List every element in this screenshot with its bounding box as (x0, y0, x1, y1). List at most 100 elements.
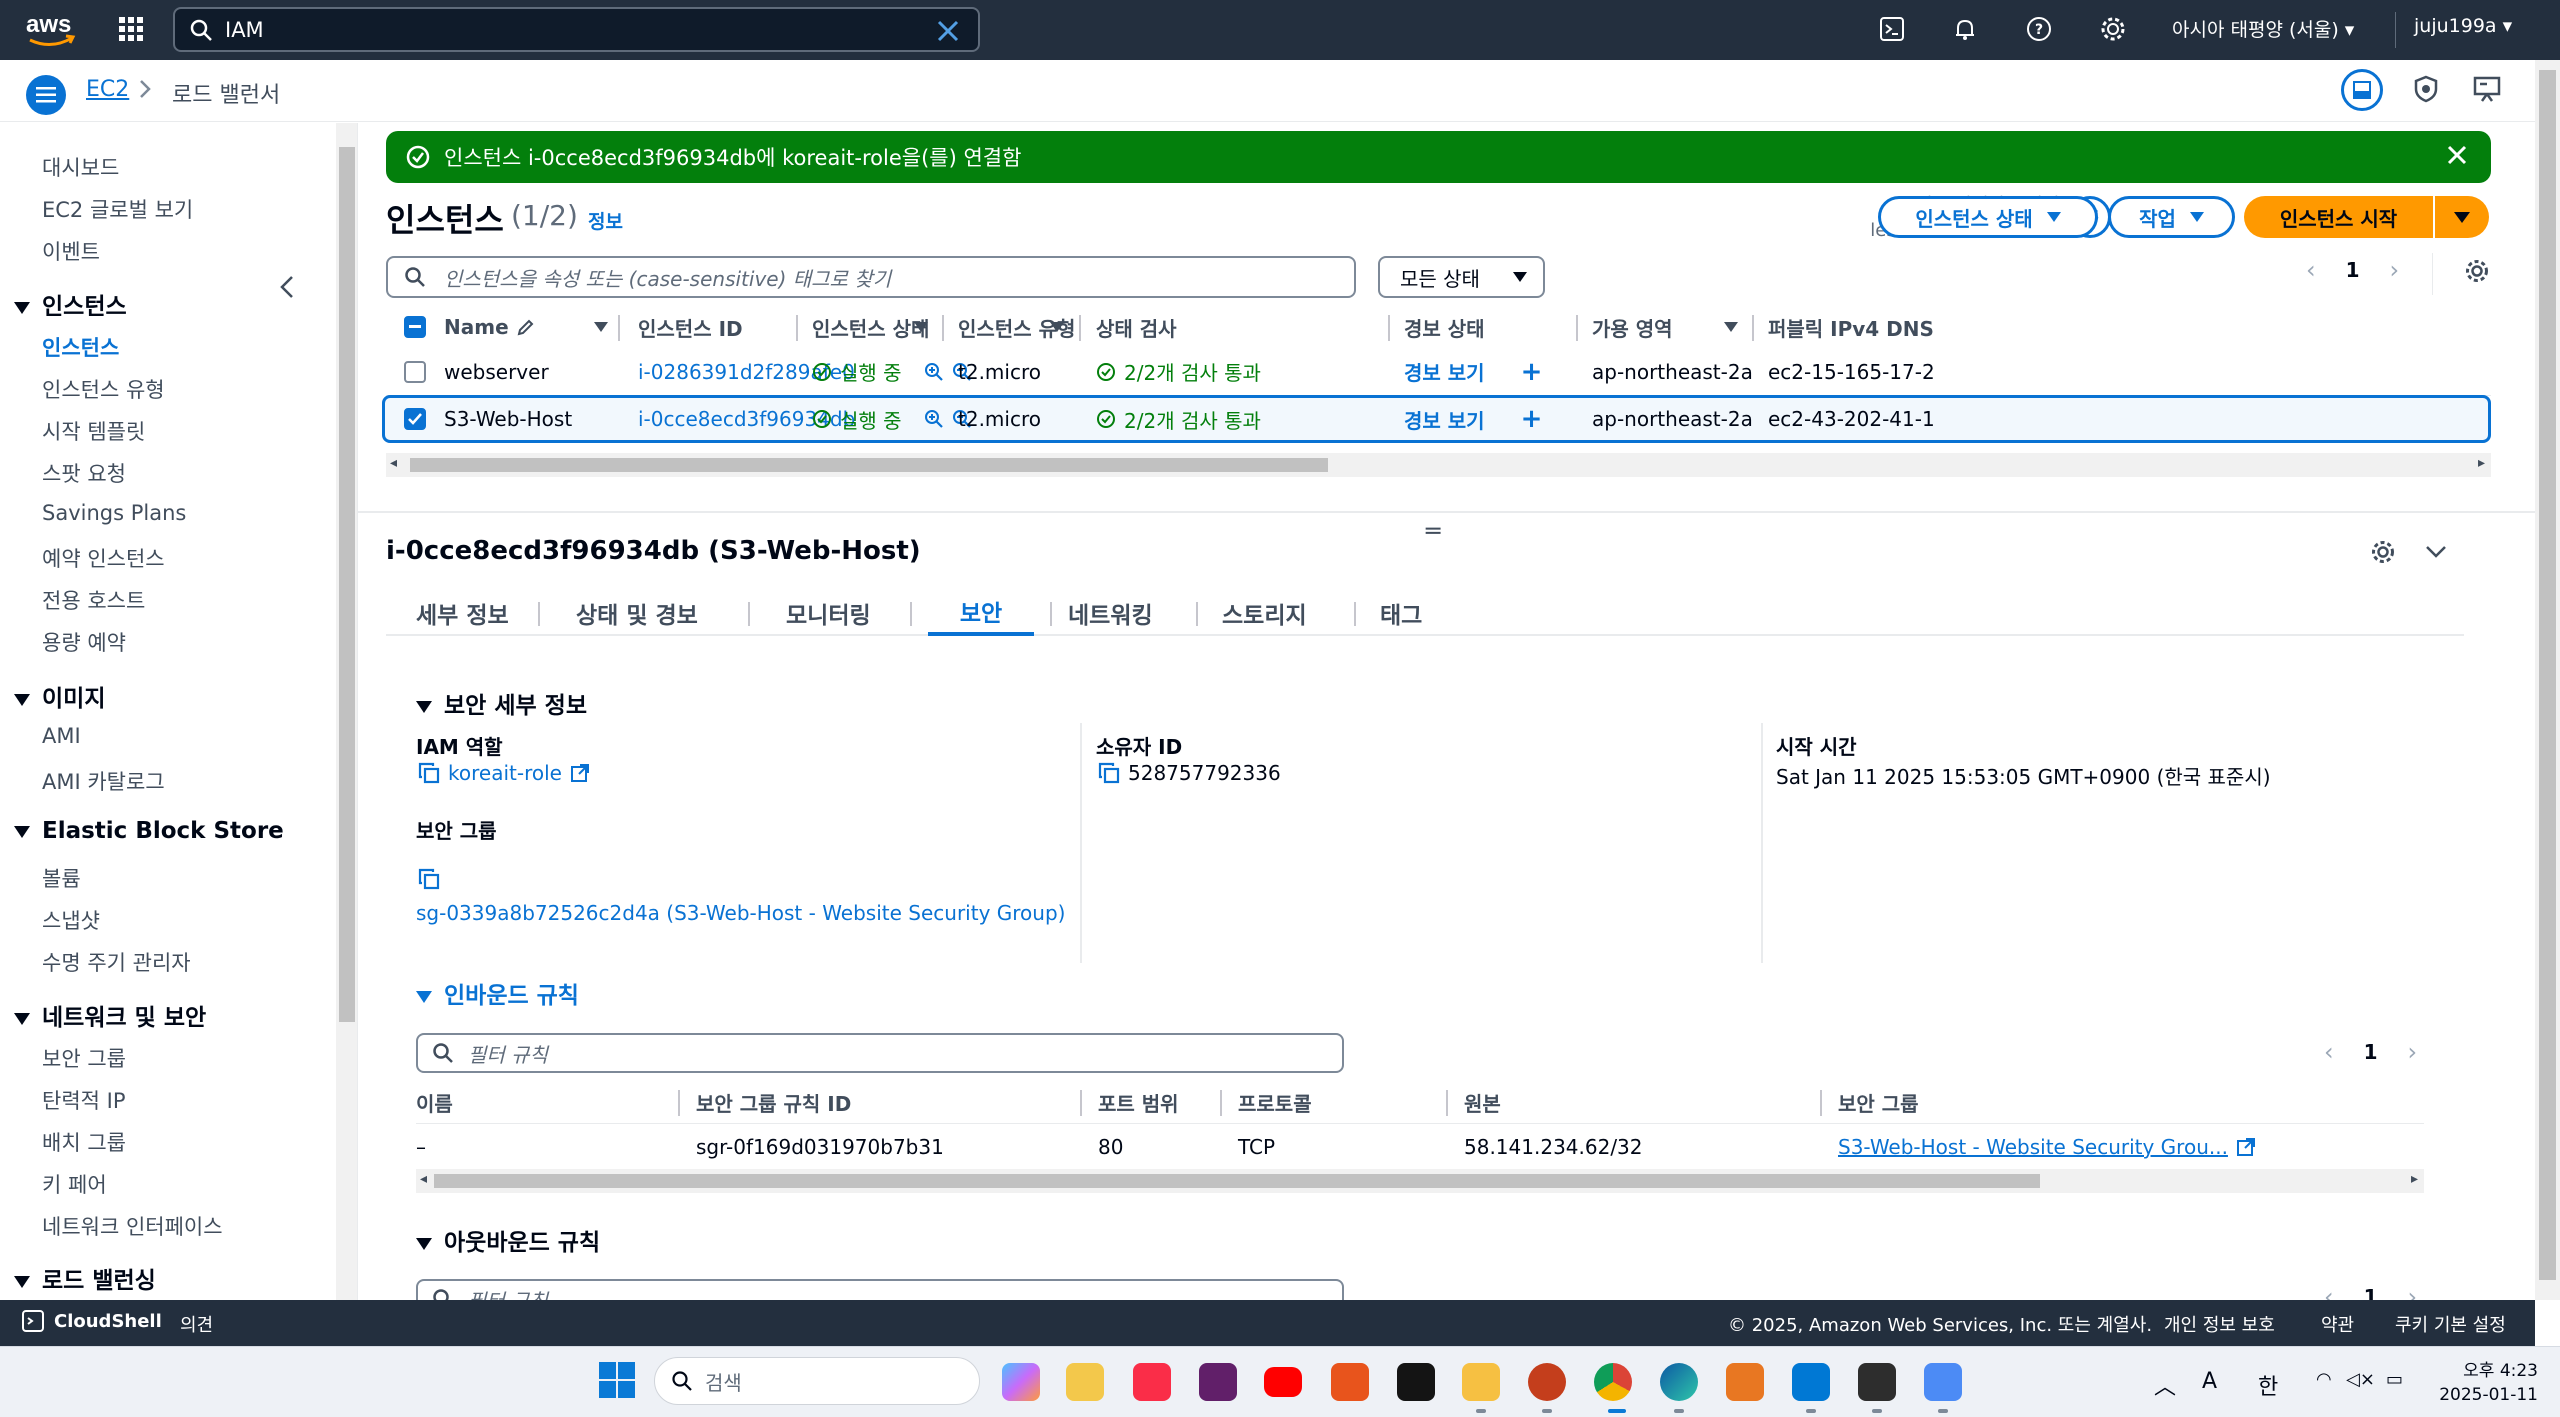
notepad-app-icon[interactable] (1924, 1363, 1962, 1401)
cookie-preferences-link[interactable]: 쿠키 기본 설정 (2395, 1311, 2506, 1337)
info-link[interactable]: 정보 (588, 207, 623, 234)
sidebar-section-images[interactable]: 이미지 (14, 679, 105, 713)
dismiss-close-icon[interactable] (2445, 143, 2469, 167)
sidebar-item-reserved-instances[interactable]: 예약 인스턴스 (42, 543, 165, 573)
column-header-name[interactable]: Name (444, 306, 535, 348)
help-icon[interactable]: ? (2026, 16, 2052, 42)
row-checkbox[interactable] (404, 398, 426, 440)
column-header-port-range[interactable]: 포트 범위 (1098, 1081, 1179, 1123)
ime-mode-a[interactable]: A (2202, 1369, 2217, 1394)
tab-monitoring[interactable]: 모니터링 (786, 590, 871, 636)
sidebar-section-ebs[interactable]: Elastic Block Store (14, 818, 284, 844)
tab-status-alarms[interactable]: 상태 및 경보 (576, 590, 698, 636)
windows-start-icon[interactable] (598, 1361, 636, 1399)
sidebar-item-dashboard[interactable]: 대시보드 (42, 152, 119, 182)
settings-gear-icon[interactable] (2100, 16, 2126, 42)
rule-security-group-link[interactable]: S3-Web-Host - Website Security Grou... (1838, 1135, 2228, 1159)
account-menu[interactable]: juju199a ▾ (2414, 15, 2512, 37)
battery-icon[interactable]: ▭ (2386, 1369, 2403, 1390)
tab-storage[interactable]: 스토리지 (1222, 590, 1307, 636)
music-app-icon[interactable] (1133, 1363, 1171, 1401)
table-row[interactable]: webserver i-0286391d2f289afe0 실행 중 t2.micro… (386, 348, 2491, 396)
column-header-rule-id[interactable]: 보안 그룹 규칙 ID (696, 1081, 851, 1123)
collapse-panel-chevron-down-icon[interactable] (2424, 539, 2448, 563)
cloudshell-icon[interactable] (1879, 16, 1905, 42)
sidebar-item-ami[interactable]: AMI (42, 724, 81, 748)
sidebar-item-savings-plans[interactable]: Savings Plans (42, 501, 186, 525)
tab-details[interactable]: 세부 정보 (416, 590, 509, 636)
prev-page-chevron-icon[interactable]: ‹ (2324, 1038, 2334, 1066)
copy-icon[interactable] (1098, 762, 1120, 784)
add-alarm-plus-icon[interactable]: + (1521, 404, 1543, 434)
security-group-link[interactable]: sg-0339a8b72526c2d4a (S3-Web-Host - Webs… (416, 901, 1065, 925)
window-scrollbar[interactable] (2535, 60, 2560, 1300)
sidebar-item-network-interfaces[interactable]: 네트워크 인터페이스 (42, 1211, 223, 1241)
sort-caret-icon[interactable] (902, 306, 928, 348)
sidebar-item-ami-catalog[interactable]: AMI 카탈로그 (42, 766, 165, 796)
terms-link[interactable]: 약관 (2321, 1311, 2354, 1337)
sidebar-item-launch-templates[interactable]: 시작 템플릿 (42, 416, 145, 446)
instance-state-button[interactable]: 인스턴스 상태 (1878, 196, 2098, 238)
sidebar-item-instance-types[interactable]: 인스턴스 유형 (42, 374, 165, 404)
sidebar-item-events[interactable]: 이벤트 (42, 236, 100, 266)
sidebar-item-snapshots[interactable]: 스냅샷 (42, 905, 100, 935)
copy-icon[interactable] (418, 762, 440, 784)
add-alarm-plus-icon[interactable]: + (1521, 357, 1543, 387)
youtube-app-icon[interactable] (1264, 1367, 1302, 1397)
side-nav-toggle-button[interactable] (26, 75, 66, 115)
services-grid-icon[interactable] (118, 16, 144, 42)
system-clock[interactable]: 오후 4:23 2025-01-11 (2428, 1359, 2538, 1407)
security-panel-icon[interactable] (2413, 75, 2439, 103)
scrollbar-thumb[interactable] (434, 1174, 2040, 1188)
terminal-app-icon[interactable] (1858, 1363, 1896, 1401)
netflix-app-icon[interactable] (1397, 1363, 1435, 1401)
speaker-mute-icon[interactable]: ◁× (2346, 1369, 2375, 1390)
breadcrumb-ec2-link[interactable]: EC2 (86, 77, 129, 102)
row-checkbox[interactable] (404, 348, 426, 395)
scroll-left-arrow-icon[interactable]: ◂ (390, 455, 397, 471)
sidebar-item-key-pairs[interactable]: 키 페어 (42, 1169, 107, 1199)
column-header-rule-name[interactable]: 이름 (416, 1081, 453, 1123)
view-alarms-link[interactable]: 경보 보기 (1404, 405, 1485, 434)
next-page-chevron-icon[interactable]: › (2408, 1283, 2418, 1300)
scroll-right-arrow-icon[interactable]: ▸ (2411, 1171, 2418, 1187)
copy-icon[interactable] (418, 868, 440, 890)
panel-preferences-gear-icon[interactable] (2370, 539, 2396, 565)
current-page[interactable]: 1 (2364, 1285, 2378, 1300)
column-header-status-check[interactable]: 상태 검사 (1096, 306, 1177, 348)
split-panel-toggle-button[interactable] (2341, 69, 2383, 111)
sidebar-section-instances[interactable]: 인스턴스 (14, 287, 127, 321)
actions-button[interactable]: 작업 (2108, 196, 2235, 238)
tutorial-panel-icon[interactable] (2473, 75, 2501, 103)
tray-overflow-chevron-up-icon[interactable]: ︿ (2154, 1369, 2176, 1401)
sidebar-item-placement-groups[interactable]: 배치 그룹 (42, 1127, 126, 1157)
chrome-browser-icon[interactable] (1594, 1363, 1632, 1401)
office-app-icon[interactable] (1331, 1363, 1369, 1401)
scrollbar-thumb[interactable] (2539, 70, 2556, 1280)
scrollbar-thumb[interactable] (410, 458, 1328, 472)
outbound-filter-input[interactable]: 필터 규칙 (416, 1279, 1344, 1300)
region-selector[interactable]: 아시아 태평양 (서울) ▾ (2172, 15, 2354, 42)
zoom-in-icon[interactable] (924, 409, 944, 429)
sort-caret-icon[interactable] (1038, 306, 1064, 348)
sidebar-section-network-security[interactable]: 네트워크 및 보안 (14, 998, 206, 1032)
inbound-filter-input[interactable]: 필터 규칙 (416, 1033, 1344, 1073)
scroll-right-arrow-icon[interactable]: ▸ (2478, 455, 2485, 471)
vscode-app-icon[interactable] (1792, 1363, 1830, 1401)
sidebar-item-dedicated-hosts[interactable]: 전용 호스트 (42, 585, 145, 615)
cloudshell-button[interactable]: CloudShell (22, 1310, 162, 1332)
tab-networking[interactable]: 네트워킹 (1068, 590, 1153, 636)
launch-instances-dropdown[interactable] (2435, 196, 2489, 238)
sidebar-item-instances[interactable]: 인스턴스 (42, 332, 119, 362)
edge-browser-icon[interactable] (1660, 1363, 1698, 1401)
prev-page-chevron-icon[interactable]: ‹ (2306, 256, 2316, 284)
column-header-security-group[interactable]: 보안 그룹 (1838, 1081, 1919, 1123)
powerpoint-app-icon[interactable] (1528, 1363, 1566, 1401)
security-details-section-header[interactable]: 보안 세부 정보 (416, 686, 587, 720)
table-row[interactable]: S3-Web-Host i-0cce8ecd3f96934db 실행 중 t2.mic… (382, 395, 2491, 443)
current-page[interactable]: 1 (2346, 258, 2360, 282)
global-search[interactable] (173, 7, 980, 52)
sort-caret-icon[interactable] (1712, 306, 1738, 348)
inbound-rules-section-header[interactable]: 인바운드 규칙 (416, 976, 579, 1010)
external-link-icon[interactable] (2236, 1137, 2256, 1157)
